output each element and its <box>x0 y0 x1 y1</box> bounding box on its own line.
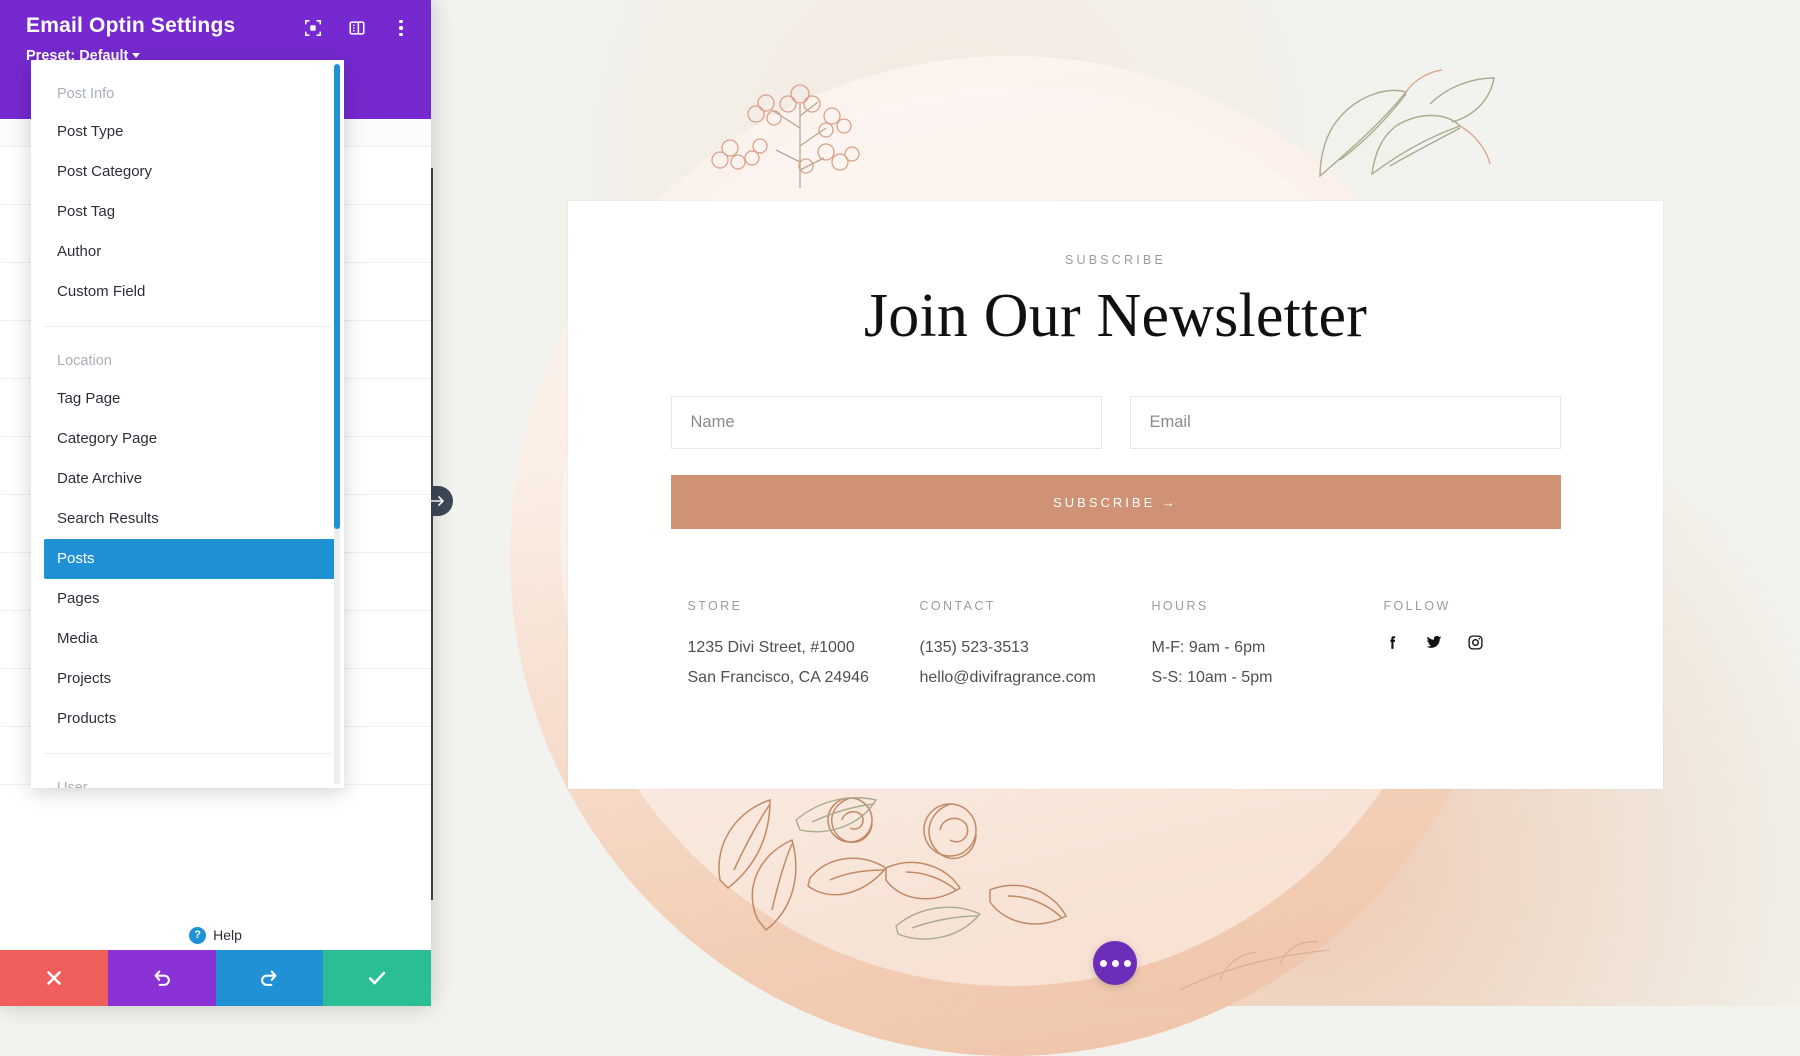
focus-frame-icon[interactable] <box>303 18 323 38</box>
facebook-icon[interactable] <box>1384 634 1401 651</box>
chevron-down-icon <box>132 53 140 58</box>
twitter-icon[interactable] <box>1425 633 1443 651</box>
social-links <box>1384 633 1616 651</box>
dropdown-scroll-area[interactable]: Post Info Post Type Post Category Post T… <box>31 60 344 788</box>
info-column-follow: FOLLOW <box>1384 599 1616 693</box>
optin-eyebrow: SUBSCRIBE <box>568 253 1663 267</box>
footer-info-columns: STORE 1235 Divi Street, #1000 San Franci… <box>616 599 1616 693</box>
dropdown-scrollbar-thumb[interactable] <box>334 64 340 529</box>
dropdown-separator <box>44 326 331 327</box>
layout-panel-icon[interactable] <box>347 18 367 38</box>
subscribe-button[interactable]: SUBSCRIBE → <box>671 475 1561 529</box>
optin-field-row: Name Email <box>671 396 1561 449</box>
page-settings-fab[interactable] <box>1093 941 1137 985</box>
modal-title: Email Optin Settings <box>26 14 235 38</box>
dropdown-item-author[interactable]: Author <box>31 232 344 272</box>
kebab-dots <box>399 20 403 37</box>
redo-icon <box>258 967 280 989</box>
info-column-store: STORE 1235 Divi Street, #1000 San Franci… <box>688 599 920 693</box>
display-conditions-dropdown[interactable]: Post Info Post Type Post Category Post T… <box>31 60 344 788</box>
fab-dot <box>1112 960 1119 967</box>
name-field[interactable]: Name <box>671 396 1102 449</box>
info-column-contact: CONTACT (135) 523-3513 hello@divifragran… <box>920 599 1152 693</box>
dropdown-item-category-page[interactable]: Category Page <box>31 419 344 459</box>
help-link[interactable]: ? Help <box>0 920 431 950</box>
dropdown-group-label-user: User <box>31 768 344 788</box>
instagram-icon[interactable] <box>1467 634 1484 651</box>
dropdown-item-date-archive[interactable]: Date Archive <box>31 459 344 499</box>
help-icon: ? <box>189 927 206 944</box>
close-icon <box>44 968 64 988</box>
modal-action-bar <box>0 950 431 1006</box>
info-line: M-F: 9am - 6pm <box>1152 633 1384 663</box>
dropdown-item-tag-page[interactable]: Tag Page <box>31 379 344 419</box>
undo-icon <box>151 967 173 989</box>
dropdown-group-label-post-info: Post Info <box>31 74 344 112</box>
email-optin-module[interactable]: SUBSCRIBE Join Our Newsletter Name Email… <box>568 201 1663 789</box>
check-icon <box>366 967 388 989</box>
help-label: Help <box>213 927 242 943</box>
kebab-menu-icon[interactable] <box>391 18 411 38</box>
redo-button[interactable] <box>216 950 324 1006</box>
undo-button[interactable] <box>108 950 216 1006</box>
info-heading-store: STORE <box>688 599 920 613</box>
info-heading-contact: CONTACT <box>920 599 1152 613</box>
dropdown-item-pages[interactable]: Pages <box>31 579 344 619</box>
save-button[interactable] <box>323 950 431 1006</box>
dropdown-item-search-results[interactable]: Search Results <box>31 499 344 539</box>
info-line: San Francisco, CA 24946 <box>688 663 920 693</box>
dropdown-item-products[interactable]: Products <box>31 699 344 739</box>
dropdown-item-projects[interactable]: Projects <box>31 659 344 699</box>
fab-dot <box>1124 960 1131 967</box>
modal-header-icons <box>303 18 411 38</box>
email-field[interactable]: Email <box>1130 396 1561 449</box>
info-line: (135) 523-3513 <box>920 633 1152 663</box>
fab-dot <box>1100 960 1107 967</box>
email-optin-settings-modal[interactable]: Email Optin Settings Preset: Default <box>0 0 431 1006</box>
dropdown-item-post-type[interactable]: Post Type <box>31 112 344 152</box>
dropdown-item-post-category[interactable]: Post Category <box>31 152 344 192</box>
dropdown-group-label-location: Location <box>31 341 344 379</box>
cancel-button[interactable] <box>0 950 108 1006</box>
dropdown-item-posts[interactable]: Posts <box>44 539 335 579</box>
dropdown-scrollbar-track[interactable] <box>334 64 340 784</box>
optin-headline: Join Our Newsletter <box>568 281 1663 352</box>
info-heading-hours: HOURS <box>1152 599 1384 613</box>
dropdown-item-media[interactable]: Media <box>31 619 344 659</box>
info-line-email[interactable]: hello@divifragrance.com <box>920 663 1152 693</box>
info-line: S-S: 10am - 5pm <box>1152 663 1384 693</box>
info-column-hours: HOURS M-F: 9am - 6pm S-S: 10am - 5pm <box>1152 599 1384 693</box>
dropdown-item-post-tag[interactable]: Post Tag <box>31 192 344 232</box>
dropdown-item-custom-field[interactable]: Custom Field <box>31 272 344 312</box>
optin-form: Name Email SUBSCRIBE → <box>671 396 1561 529</box>
info-heading-follow: FOLLOW <box>1384 599 1616 613</box>
dropdown-separator <box>44 753 331 754</box>
info-line: 1235 Divi Street, #1000 <box>688 633 920 663</box>
